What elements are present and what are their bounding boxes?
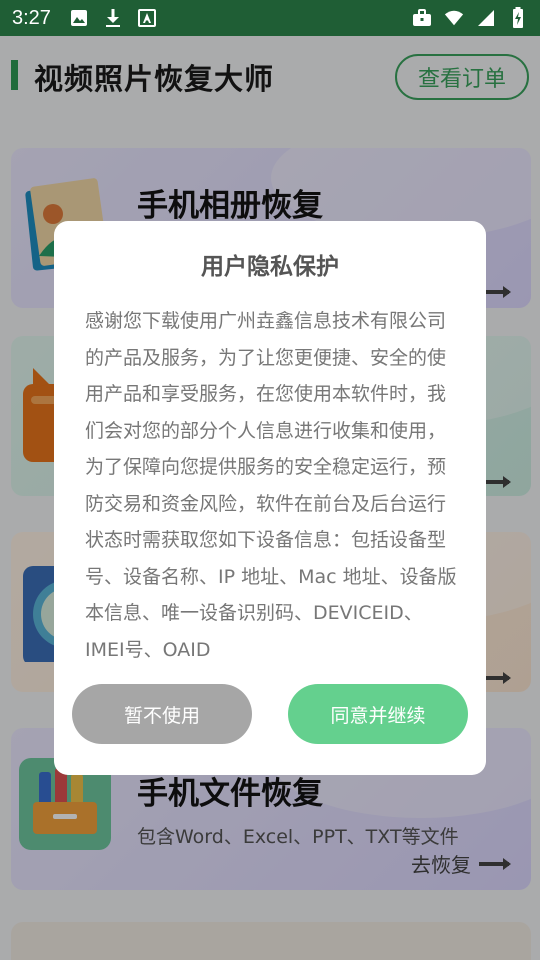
dialog-scroll-area[interactable]: 感谢您下载使用广州垚鑫信息技术有限公司的产品及服务，为了让您更便捷、安全的使用产…: [85, 303, 457, 659]
decline-button[interactable]: 暂不使用: [72, 684, 252, 744]
font-icon: [137, 8, 157, 28]
wifi-icon: [444, 8, 464, 28]
dialog-title: 用户隐私保护: [201, 254, 339, 280]
notification-icons: [69, 8, 157, 28]
briefcase-icon: [412, 8, 432, 28]
dialog-buttons: 暂不使用 同意并继续: [72, 684, 468, 744]
system-icons: [412, 7, 528, 28]
download-icon: [103, 8, 123, 28]
status-bar: 3:27: [0, 0, 540, 36]
signal-icon: [476, 8, 496, 28]
status-time: 3:27: [12, 6, 51, 29]
dialog-body-text: 感谢您下载使用广州垚鑫信息技术有限公司的产品及服务，为了让您更便捷、安全的使用产…: [85, 310, 457, 659]
privacy-dialog: 用户隐私保护 感谢您下载使用广州垚鑫信息技术有限公司的产品及服务，为了让您更便捷…: [54, 221, 486, 775]
battery-icon: [508, 7, 528, 28]
agree-continue-button[interactable]: 同意并继续: [288, 684, 468, 744]
image-icon: [69, 8, 89, 28]
